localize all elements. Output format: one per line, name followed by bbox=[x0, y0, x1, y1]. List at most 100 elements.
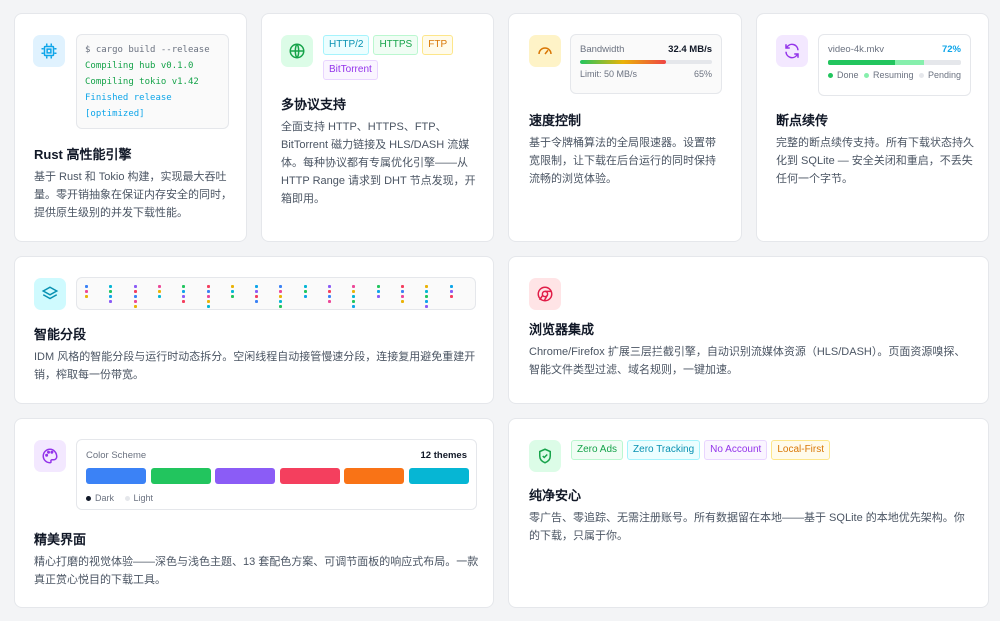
segment-block bbox=[425, 295, 429, 298]
bandwidth-widget: Bandwidth 32.4 MB/s Limit: 50 MB/s 65% bbox=[570, 34, 722, 94]
bandwidth-label: Bandwidth bbox=[580, 44, 625, 55]
segment-block bbox=[133, 305, 137, 308]
dark-theme-option[interactable]: Dark bbox=[95, 493, 114, 503]
segment-block bbox=[400, 290, 404, 293]
feature-card-resume: video-4k.mkv 72% Done Resuming Pending 断点续… bbox=[756, 13, 989, 242]
legend-item: Resuming bbox=[863, 70, 914, 80]
segment-block bbox=[328, 300, 331, 303]
segment-block bbox=[230, 290, 234, 293]
light-theme-option[interactable]: Light bbox=[134, 493, 154, 503]
color-swatch[interactable] bbox=[408, 468, 469, 484]
dark-dot bbox=[86, 496, 91, 502]
segment-block bbox=[182, 290, 186, 293]
chrome-icon bbox=[529, 278, 561, 310]
segment-visualizer bbox=[76, 277, 476, 310]
segment-column bbox=[255, 285, 259, 305]
layers-icon bbox=[34, 278, 66, 310]
terminal-line: Compiling hub v0.1.0 bbox=[85, 61, 194, 71]
tag-badge: BitTorrent bbox=[323, 60, 378, 80]
tag-badge: FTP bbox=[422, 35, 454, 55]
segment-column bbox=[230, 285, 234, 300]
legend-item: Done bbox=[828, 70, 859, 80]
segment-column bbox=[352, 285, 356, 310]
terminal-line: Compiling tokio v1.42 bbox=[85, 77, 199, 87]
segment-block bbox=[182, 295, 186, 298]
segment-block bbox=[230, 285, 234, 288]
segment-block bbox=[133, 295, 137, 298]
color-scheme-label: Color Scheme bbox=[86, 450, 147, 461]
cpu-icon bbox=[33, 35, 65, 67]
terminal-line: Finished release bbox=[85, 93, 172, 103]
legend-item: Pending bbox=[918, 70, 961, 80]
segment-block bbox=[157, 290, 161, 293]
feature-card-browser: 浏览器集成 Chrome/Firefox 扩展三层拦截引擎，自动识别流媒体资源（… bbox=[508, 256, 989, 404]
segment-block bbox=[400, 295, 404, 298]
segment-block bbox=[328, 290, 331, 293]
segment-column bbox=[157, 285, 161, 300]
tag-badge: Zero Tracking bbox=[627, 440, 701, 460]
refresh-icon bbox=[776, 35, 808, 67]
segment-block bbox=[352, 300, 356, 303]
segment-column bbox=[425, 285, 429, 310]
legend-label: Pending bbox=[927, 70, 961, 80]
card-title: 精美界面 bbox=[34, 532, 87, 547]
legend-label: Done bbox=[837, 70, 859, 80]
segment-block bbox=[303, 295, 307, 298]
card-description: 零广告、零追踪、无需注册账号。所有数据留在本地——基于 SQLite 的本地优先… bbox=[529, 512, 965, 542]
legend-dot bbox=[828, 73, 833, 79]
legend-dot bbox=[863, 73, 869, 79]
segment-block bbox=[206, 305, 210, 308]
speedometer-icon bbox=[529, 35, 561, 67]
segment-block bbox=[206, 295, 210, 298]
card-description: 全面支持 HTTP、HTTPS、FTP、BitTorrent 磁力链接及 HLS… bbox=[281, 121, 476, 205]
feature-card-privacy: Zero Ads Zero Tracking No Account Local-Fir… bbox=[508, 418, 989, 608]
segment-block bbox=[400, 285, 404, 288]
card-description: 基于 Rust 和 Tokio 构建，实现最大吞吐量。零开销抽象在保证内存安全的… bbox=[34, 171, 232, 219]
terminal-line: $ cargo build --release bbox=[85, 45, 210, 55]
tag-badge: Zero Ads bbox=[571, 440, 624, 460]
segment-block bbox=[230, 295, 234, 298]
card-title: 智能分段 bbox=[34, 327, 87, 342]
segment-column bbox=[376, 285, 380, 300]
segment-block bbox=[109, 300, 113, 303]
progress-done bbox=[828, 60, 895, 65]
card-description: 完整的断点续传支持。所有下载状态持久化到 SQLite — 安全关闭和重启，不丢… bbox=[776, 137, 974, 185]
progress-resuming bbox=[894, 60, 924, 65]
legend-dot bbox=[918, 73, 924, 79]
color-swatch[interactable] bbox=[215, 468, 275, 484]
color-swatch[interactable] bbox=[344, 468, 404, 484]
segment-block bbox=[255, 290, 259, 293]
resume-widget: video-4k.mkv 72% Done Resuming Pending bbox=[818, 34, 971, 96]
segment-block bbox=[328, 295, 331, 298]
segment-block bbox=[109, 290, 113, 293]
segment-block bbox=[279, 300, 283, 303]
segment-column bbox=[109, 285, 113, 305]
light-dot bbox=[124, 496, 130, 502]
card-description: Chrome/Firefox 扩展三层拦截引擎，自动识别流媒体资源（HLS/DA… bbox=[529, 346, 966, 376]
segment-column bbox=[182, 285, 186, 305]
feature-card-ui: Color Scheme 12 themes Dark Light 精美界面 精… bbox=[14, 418, 494, 608]
segment-block bbox=[157, 295, 161, 298]
color-swatch[interactable] bbox=[279, 468, 340, 484]
shield-check-icon bbox=[529, 440, 561, 472]
segment-block bbox=[352, 290, 356, 293]
segment-block bbox=[206, 300, 210, 303]
segment-block bbox=[85, 285, 88, 288]
segment-block bbox=[255, 300, 259, 303]
tag-badge: HTTP/2 bbox=[323, 35, 370, 55]
segment-block bbox=[376, 290, 380, 293]
segment-block bbox=[133, 300, 137, 303]
segment-block bbox=[133, 285, 137, 288]
segment-block bbox=[85, 290, 88, 293]
feature-card-segmentation: 智能分段 IDM 风格的智能分段与运行时动态拆分。空闲线程自动接管慢速分段，连接… bbox=[14, 256, 494, 404]
terminal-line: [optimized] bbox=[85, 109, 145, 119]
color-swatch[interactable] bbox=[86, 468, 146, 484]
segment-block bbox=[182, 300, 186, 303]
tag-badge: No Account bbox=[704, 440, 768, 460]
card-title: 浏览器集成 bbox=[529, 322, 595, 337]
color-swatch[interactable] bbox=[150, 468, 211, 484]
segment-block bbox=[109, 295, 113, 298]
globe-icon bbox=[281, 35, 313, 67]
segment-block bbox=[157, 285, 161, 288]
segment-block bbox=[303, 285, 307, 288]
